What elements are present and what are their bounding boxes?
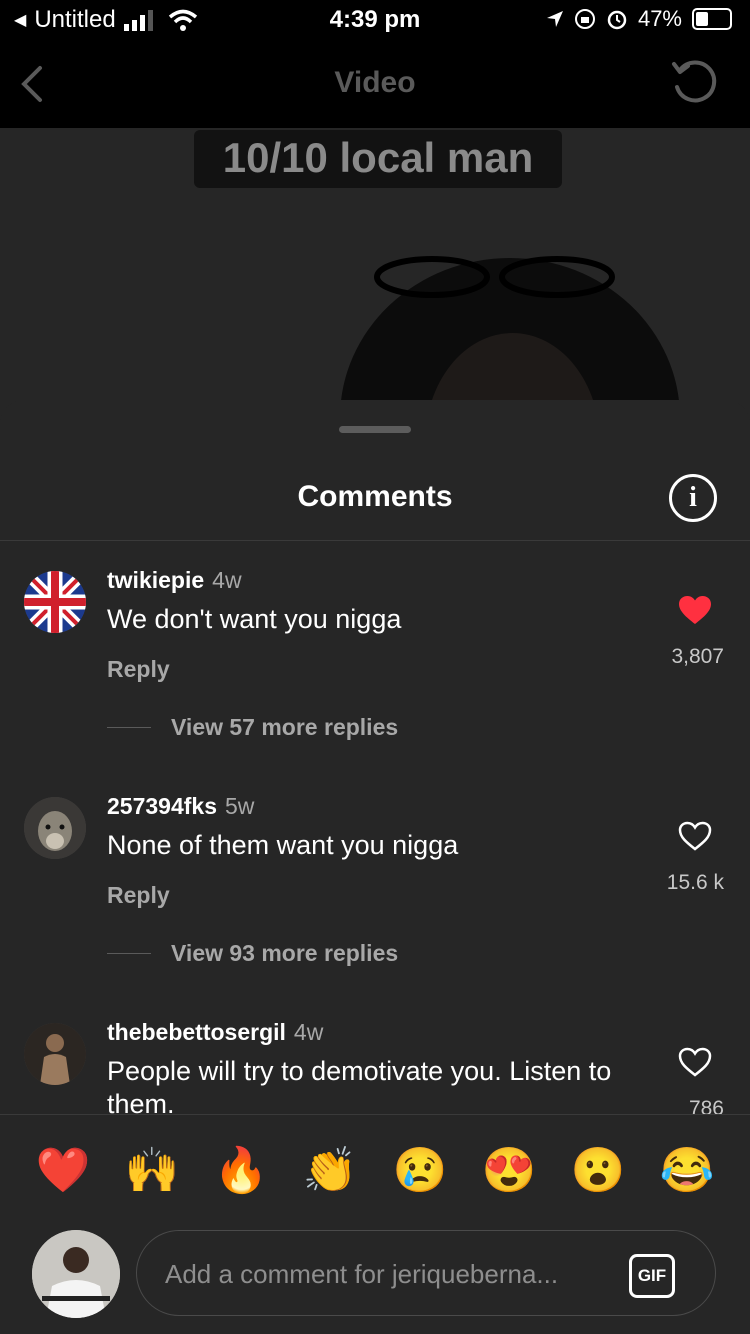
comment-item: thebebettosergil 4w People will try to de…: [0, 993, 750, 1114]
comment-username[interactable]: 257394fks 5w: [107, 793, 254, 820]
comment-input-wrapper: GIF: [136, 1230, 716, 1316]
like-button[interactable]: [678, 821, 712, 856]
replies-line: [107, 953, 151, 954]
battery-percent: 47%: [637, 6, 682, 31]
comment-text: People will try to demotivate you. Liste…: [107, 1056, 612, 1114]
battery-icon: [692, 8, 732, 30]
my-avatar[interactable]: [32, 1230, 120, 1318]
info-icon: i: [689, 482, 697, 513]
comments-sheet: Comments i twikiepie 4w We don't want you…: [0, 400, 750, 1334]
uk-flag-icon: [24, 571, 86, 633]
orientation-lock-icon: [574, 9, 595, 29]
view-replies-label: View 57 more replies: [171, 714, 399, 740]
replay-button[interactable]: [670, 58, 720, 113]
person-avatar-icon: [24, 1023, 86, 1085]
status-bar: ◀ Untitled 4:39 pm 47%: [0, 0, 750, 40]
view-replies-label: View 93 more replies: [171, 940, 399, 966]
emoji-red-heart-button[interactable]: ❤️: [35, 1143, 91, 1199]
comment-age: 4w: [293, 1019, 324, 1045]
nav-bar: Video: [0, 40, 750, 128]
replay-icon: [672, 60, 717, 103]
emoji-clapping-button[interactable]: 👏: [302, 1143, 358, 1199]
emoji-crying-button[interactable]: 😢: [392, 1143, 448, 1199]
view-replies-button[interactable]: View 57 more replies: [107, 714, 398, 741]
gif-button[interactable]: GIF: [629, 1254, 675, 1298]
animal-avatar-icon: [24, 797, 86, 859]
info-button[interactable]: i: [669, 474, 717, 522]
comment-username[interactable]: twikiepie 4w: [107, 567, 242, 594]
heart-filled-icon: [679, 596, 711, 624]
avatar[interactable]: [24, 1023, 86, 1085]
video-preview[interactable]: 10/10 local man: [0, 128, 750, 428]
like-button[interactable]: [678, 595, 712, 630]
avatar[interactable]: [24, 571, 86, 633]
emoji-raised-hands-button[interactable]: 🙌: [124, 1143, 180, 1199]
username-text: thebebettosergil: [107, 1019, 286, 1045]
emoji-surprised-button[interactable]: 😮: [570, 1143, 626, 1199]
view-replies-button[interactable]: View 93 more replies: [107, 940, 398, 967]
username-text: twikiepie: [107, 567, 205, 593]
heart-outline-icon: [678, 1047, 712, 1077]
emoji-laughing-button[interactable]: 😂: [659, 1143, 715, 1199]
emoji-reaction-bar: ❤️ 🙌 🔥 👏 😢 😍 😮 😂: [0, 1114, 750, 1227]
glasses-shape: [374, 256, 615, 298]
replies-line: [107, 727, 151, 728]
comment-age: 4w: [212, 567, 242, 593]
like-button[interactable]: [678, 1047, 712, 1082]
page-title: Video: [334, 66, 416, 99]
comment-text: We don't want you nigga: [107, 604, 402, 634]
comment-list[interactable]: twikiepie 4w We don't want you nigga Repl…: [0, 541, 750, 1114]
heart-outline-icon: [678, 821, 712, 851]
comment-item: twikiepie 4w We don't want you nigga Repl…: [0, 541, 750, 767]
emoji-fire-button[interactable]: 🔥: [213, 1143, 269, 1199]
reply-button[interactable]: Reply: [107, 656, 170, 683]
person-avatar-icon: [32, 1230, 120, 1318]
comment-age: 5w: [225, 793, 255, 819]
alarm-icon: [607, 10, 627, 30]
like-count: 786: [688, 1097, 724, 1114]
comment-input[interactable]: [163, 1253, 607, 1295]
reply-button[interactable]: Reply: [107, 882, 170, 909]
comment-composer: GIF: [0, 1226, 750, 1334]
status-icons: 47%: [546, 6, 732, 32]
location-icon: [546, 11, 563, 27]
username-text: 257394fks: [107, 793, 217, 819]
comment-item: 257394fks 5w None of them want you nigga …: [0, 767, 750, 993]
sheet-grabber[interactable]: [339, 426, 411, 433]
comment-username[interactable]: thebebettosergil 4w: [107, 1019, 323, 1046]
video-caption: 10/10 local man: [194, 130, 562, 188]
comment-text: None of them want you nigga: [107, 830, 459, 860]
like-count: 15.6 k: [666, 871, 724, 894]
like-count: 3,807: [671, 645, 724, 668]
sheet-title: Comments: [297, 480, 453, 513]
avatar[interactable]: [24, 797, 86, 859]
emoji-heart-eyes-button[interactable]: 😍: [481, 1143, 537, 1199]
